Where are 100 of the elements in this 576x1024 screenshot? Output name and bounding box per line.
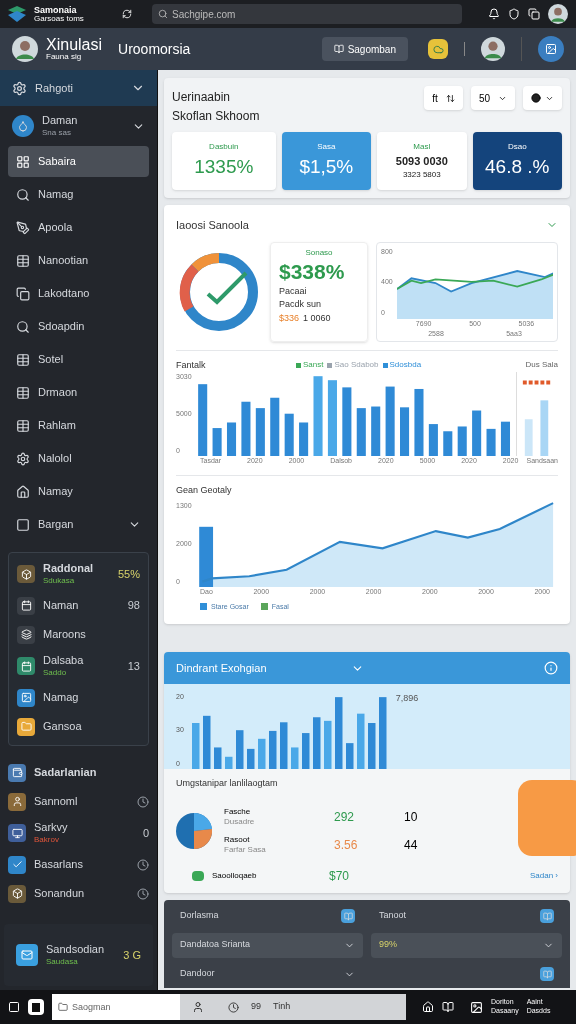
row-subtitle: Dusadre (224, 816, 256, 827)
sidebar-item[interactable]: Rahlam (8, 410, 149, 441)
sidebar-row[interactable]: Dalsaba Saddo 13 (9, 649, 148, 683)
shield-icon[interactable] (508, 8, 520, 20)
taskbar-search-field[interactable]: Saogman (52, 994, 180, 1020)
nav-icon (16, 319, 30, 334)
app-icon (17, 596, 35, 615)
nav-icon (16, 187, 30, 202)
legend-label: Sanst (303, 359, 324, 372)
sidebar-item[interactable]: Drmaon (8, 377, 149, 408)
bell-icon[interactable] (488, 8, 500, 20)
row-label: Basarlans (34, 857, 84, 872)
sidebar-item[interactable]: Sdoapdin (8, 311, 149, 342)
legend-label: Sdosbda (389, 359, 422, 372)
sidebar-item[interactable]: Nalolol (8, 443, 149, 474)
footer-subtitle: Saudasa (46, 956, 79, 967)
sidebar-item[interactable]: Namag (8, 179, 149, 210)
sidebar-item[interactable]: Sabaira (8, 146, 149, 177)
sidebar-item[interactable]: Apoola (8, 212, 149, 243)
stat-label: Masl (413, 140, 431, 153)
app-subtitle: Fauna sig (46, 53, 83, 61)
stat-value: 1335% (194, 154, 254, 179)
edit-icon[interactable] (540, 967, 554, 981)
app-icon[interactable] (428, 39, 448, 59)
toolbar-button[interactable]: ft (424, 86, 463, 110)
chart-bar (428, 424, 438, 456)
logo-icon (8, 6, 26, 22)
row-value: 3.56 (334, 836, 359, 854)
footer-value: $70 (329, 867, 350, 885)
copy-icon[interactable] (528, 8, 540, 20)
sidebar-row[interactable]: Sarkvy Bakrov 0 (0, 816, 157, 850)
sidebar-row[interactable]: Maroons (9, 620, 148, 649)
highlight-label: Sonaso (305, 246, 333, 259)
chart-bar (323, 720, 332, 769)
sidebar-row[interactable]: Namag (9, 683, 148, 712)
settings-row[interactable]: Tanoot (371, 903, 562, 929)
chart-bar (284, 413, 294, 456)
window-icon[interactable] (8, 1001, 20, 1013)
app-icon (17, 717, 35, 736)
overview-subtitle: Skoflan Skhoom (172, 109, 260, 124)
settings-row[interactable]: Dorlasma (172, 903, 363, 929)
toolbar-button[interactable] (523, 86, 562, 110)
select-field[interactable]: 99% (371, 932, 562, 958)
row-subtitle: Bakrov (34, 834, 60, 845)
pie-chart-drawing (176, 812, 212, 849)
image-icon[interactable] (470, 1000, 483, 1014)
sidebar-item[interactable]: Sotel (8, 344, 149, 375)
chart-bar (213, 747, 222, 769)
person-icon[interactable] (192, 1001, 204, 1013)
header-button[interactable]: Sagomban (321, 37, 408, 61)
row-name: Rasoot (224, 834, 251, 845)
sidebar-row[interactable]: Raddonal Sdukasa 55% (9, 557, 148, 591)
chart-bar (290, 747, 299, 769)
account-row[interactable]: Daman Sna sas (0, 106, 157, 146)
sidebar-item[interactable]: Nanootian (8, 245, 149, 276)
stat-label: Dasbuin (209, 140, 239, 153)
breakdown-title: Umgstanipar lanlilaogtam (176, 777, 279, 790)
sidebar-item[interactable]: Bargan (8, 509, 149, 540)
clock-icon[interactable] (228, 1001, 239, 1013)
home-icon[interactable] (422, 1001, 434, 1013)
book-icon[interactable] (442, 1001, 454, 1013)
avatar-icon (481, 37, 505, 61)
chart-bar (334, 697, 343, 769)
chart-bar (399, 407, 409, 456)
sidebar-row[interactable]: Sadarlanian (0, 758, 157, 787)
row-label: Namag (43, 690, 80, 705)
nav-icon (16, 484, 30, 499)
sidebar-group-header[interactable]: Rahgoti (0, 70, 157, 106)
toolbar-button[interactable]: 50 (470, 86, 515, 110)
sidebar-row[interactable]: Gansoa (9, 712, 148, 741)
card-title: Iaoosi Sanoola (176, 218, 249, 233)
row-label: Maroons (43, 627, 87, 642)
sidebar-item[interactable]: Lakodtano (8, 278, 149, 309)
sidebar-item[interactable]: Namay (8, 476, 149, 507)
edit-icon[interactable] (341, 909, 355, 923)
chart-bar (471, 410, 481, 456)
row-name: Fasche (224, 806, 252, 817)
note-icon[interactable] (28, 999, 44, 1015)
nav-icon (16, 451, 30, 466)
row-value: 98 (127, 598, 140, 614)
avatar-icon (12, 36, 38, 62)
nav-icon (16, 286, 30, 301)
search-icon (158, 9, 168, 19)
footer-value: 3 G (123, 947, 141, 963)
row-label: Sonandun (34, 886, 86, 901)
search-field[interactable]: Sachgipe.com (152, 4, 462, 24)
gear-icon (12, 80, 27, 96)
sidebar-row[interactable]: Sannoml (0, 787, 157, 816)
details-link[interactable]: Sadan › (529, 869, 558, 882)
refresh-icon[interactable] (122, 9, 132, 19)
select-field[interactable]: Dandatoa Srianta (172, 932, 363, 958)
row-label: Raddonal (43, 562, 95, 576)
settings-row[interactable]: Dandoor (172, 961, 363, 987)
row-label: Gansoa (43, 719, 83, 734)
row-count: 10 (404, 808, 418, 826)
sidebar-row[interactable]: Sonandun (0, 879, 157, 908)
sidebar-row[interactable]: Basarlans (0, 850, 157, 879)
edit-icon[interactable] (540, 909, 554, 923)
sidebar-row[interactable]: Naman 98 (9, 591, 148, 620)
chart-bar (255, 408, 265, 456)
